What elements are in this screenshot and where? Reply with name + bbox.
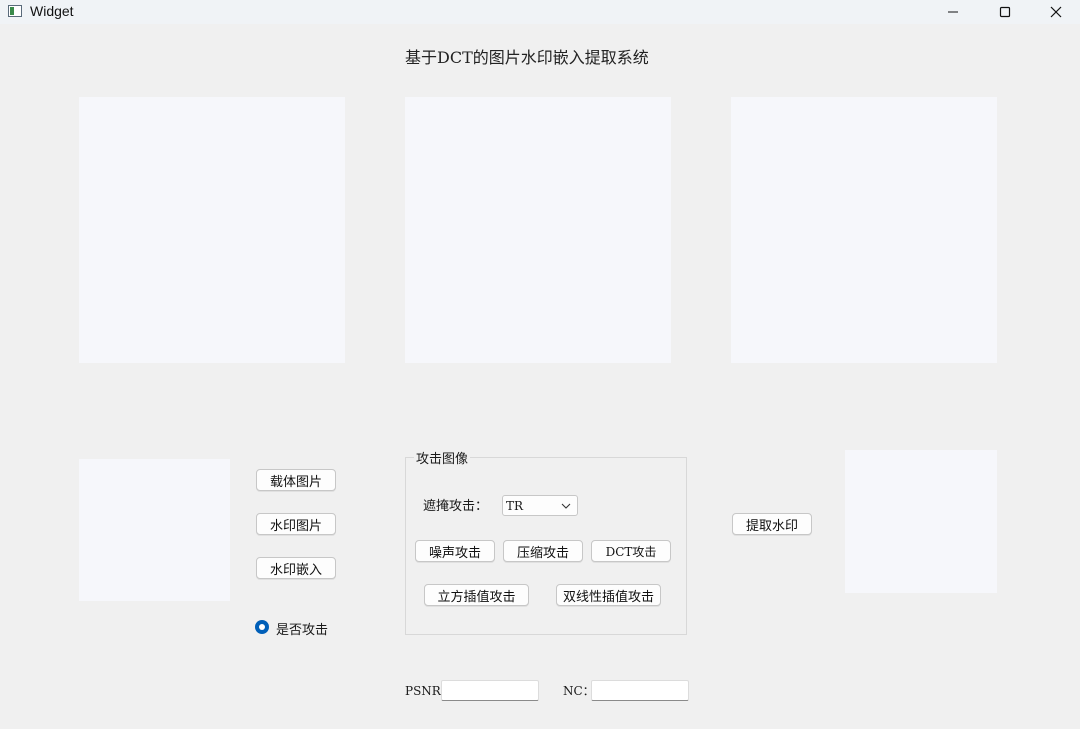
- maximize-icon: [999, 6, 1011, 18]
- mask-attack-value: TR: [506, 499, 524, 513]
- mask-attack-select[interactable]: TR: [502, 495, 578, 516]
- watermarked-image-panel: [405, 97, 671, 363]
- compress-attack-button[interactable]: 压缩攻击: [503, 540, 583, 562]
- app-icon: [8, 5, 22, 17]
- dct-attack-button[interactable]: DCT攻击: [591, 540, 671, 562]
- bilinear-interp-attack-button[interactable]: 双线性插值攻击: [556, 584, 661, 606]
- window-title: Widget: [30, 3, 74, 19]
- extract-watermark-button[interactable]: 提取水印: [732, 513, 812, 535]
- maximize-button[interactable]: [982, 0, 1028, 24]
- minimize-button[interactable]: [930, 0, 976, 24]
- watermark-image-button[interactable]: 水印图片: [256, 513, 336, 535]
- cubic-interp-attack-button[interactable]: 立方插值攻击: [424, 584, 529, 606]
- noise-attack-button[interactable]: 噪声攻击: [415, 540, 495, 562]
- nc-field[interactable]: [591, 680, 689, 701]
- carrier-image-button[interactable]: 载体图片: [256, 469, 336, 491]
- chevron-down-icon: [561, 503, 571, 509]
- embed-watermark-button[interactable]: 水印嵌入: [256, 557, 336, 579]
- attacked-image-panel: [731, 97, 997, 363]
- attack-radio-label: 是否攻击: [276, 623, 329, 638]
- close-button[interactable]: [1033, 0, 1079, 24]
- watermark-image-panel: [79, 459, 230, 601]
- psnr-field[interactable]: [441, 680, 539, 701]
- title-bar: Widget: [0, 0, 1080, 24]
- attack-group-title: 攻击图像: [414, 448, 471, 467]
- nc-label: NC：: [563, 684, 595, 698]
- mask-attack-label: 遮掩攻击：: [423, 499, 489, 514]
- attack-radio[interactable]: [255, 620, 269, 634]
- page-title: 基于DCT的图片水印嵌入提取系统: [405, 48, 649, 67]
- carrier-image-panel: [79, 97, 345, 363]
- close-icon: [1050, 6, 1062, 18]
- minimize-icon: [948, 11, 958, 13]
- extracted-watermark-panel: [845, 450, 997, 593]
